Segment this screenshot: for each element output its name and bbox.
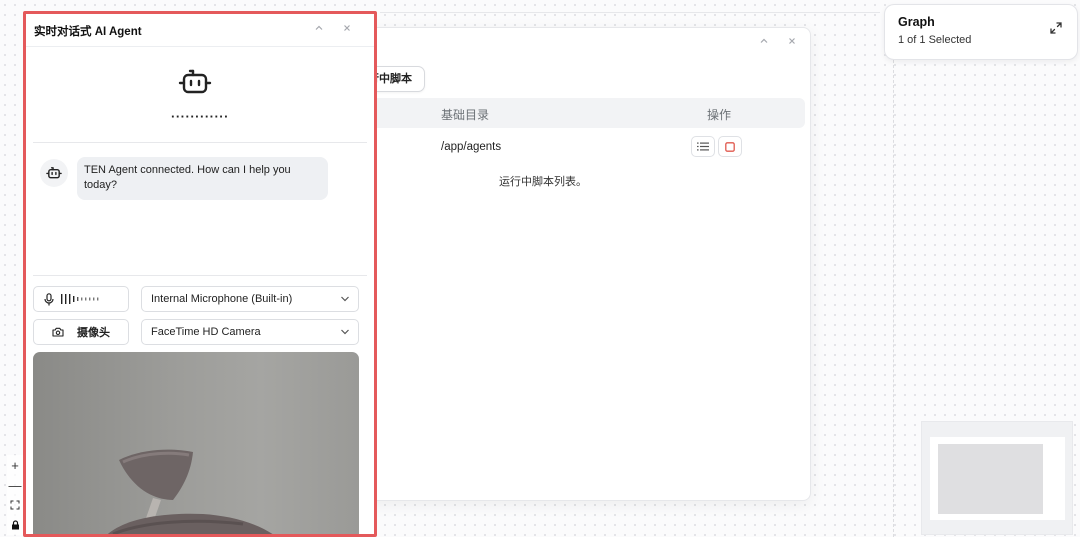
graph-edge [893,60,894,537]
camera-button-label: 摄像头 [77,327,110,339]
expand-icon[interactable] [1049,21,1063,35]
zoom-out-button[interactable]: — [7,475,23,495]
chat-message-bubble: TEN Agent connected. How can I help you … [77,157,328,200]
row-actions [691,136,742,157]
fit-view-button[interactable] [7,495,23,515]
graph-selection-card: Graph 1 of 1 Selected [884,4,1078,60]
camera-icon [52,327,64,337]
avatar-divider [33,142,367,143]
graph-selection-count: 1 of 1 Selected [898,34,972,46]
list-icon [697,142,709,151]
fit-view-icon [10,500,20,510]
close-icon[interactable] [340,23,354,37]
graph-divider [380,12,880,13]
scripts-window-titlebar [349,28,810,58]
scripts-table: 基础目录 操作 /app/agents [349,98,805,164]
chair-image [108,449,273,534]
agent-avatar-area: ············ [26,47,374,143]
camera-select-value: FaceTime HD Camera [151,326,261,338]
close-icon[interactable] [785,36,799,50]
lock-button[interactable] [7,515,23,535]
table-header: 基础目录 操作 [349,98,805,128]
row-directory: /app/agents [441,141,502,153]
robot-icon [178,69,212,94]
column-directory: 基础目录 [441,108,490,122]
stop-icon [725,141,735,152]
camera-preview [33,352,359,534]
chat-message: TEN Agent connected. How can I help you … [40,157,328,200]
minimap-node [938,444,1043,514]
table-row: /app/agents [349,128,805,164]
microphone-select-value: Internal Microphone (Built-in) [151,293,293,305]
microphone-toggle-button[interactable] [33,286,129,312]
microphone-select[interactable]: Internal Microphone (Built-in) [141,286,359,312]
robot-icon [46,167,62,179]
column-actions: 操作 [707,108,732,122]
flow-controls: + — [7,455,23,535]
stop-script-button[interactable] [718,136,742,157]
scripts-caption: 运行中脚本列表。 [499,176,587,188]
lock-icon [11,520,19,530]
camera-select[interactable]: FaceTime HD Camera [141,319,359,345]
collapse-icon[interactable] [312,23,326,37]
camera-controls: 摄像头 FaceTime HD Camera [33,319,359,345]
collapse-icon[interactable] [757,36,771,50]
chat-divider [33,275,367,276]
typing-indicator: ············ [171,109,229,124]
running-scripts-window: 行中脚本 基础目录 操作 /app/agents 运行中脚本列表。 [348,27,811,501]
ai-agent-panel: 实时对话式 AI Agent ············ TEN Agent co… [23,11,377,537]
chevron-down-icon [341,329,349,335]
view-logs-button[interactable] [691,136,715,157]
graph-title: Graph [898,15,935,29]
microphone-controls: Internal Microphone (Built-in) [33,286,359,312]
chevron-down-icon [341,296,349,302]
zoom-in-button[interactable]: + [7,455,23,475]
microphone-icon [44,292,54,305]
camera-toggle-button[interactable]: 摄像头 [33,319,129,345]
audio-level-meter [61,294,99,304]
agent-panel-title: 实时对话式 AI Agent [34,26,142,38]
agent-panel-header: 实时对话式 AI Agent [26,14,374,46]
minimap[interactable] [921,421,1073,535]
agent-avatar [40,159,68,187]
